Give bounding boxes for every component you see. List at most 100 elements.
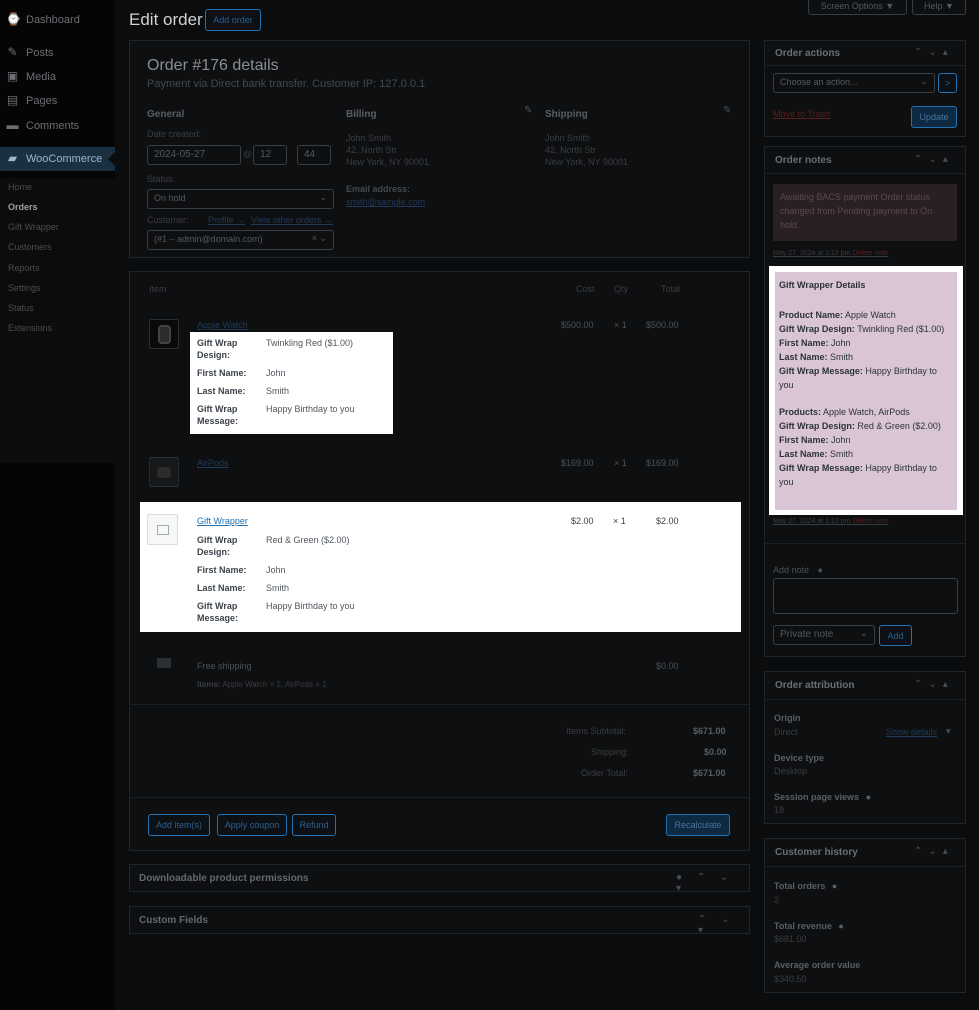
sidebar-item-comments[interactable]: ▬ Comments: [0, 114, 115, 138]
gift-note-block-2: Products: Apple Watch, AirPods Gift Wrap…: [779, 405, 953, 489]
status-select[interactable]: On hold ⌄: [147, 189, 334, 209]
note-key: First Name:: [779, 338, 829, 348]
submenu-extensions[interactable]: Extensions: [8, 323, 52, 333]
panel-controls-icon[interactable]: ⌃⌄▴: [914, 846, 954, 857]
show-details-link[interactable]: Show details: [886, 727, 937, 737]
customer-history-panel: Customer history ⌃⌄▴ Total orders ● 2 To…: [764, 838, 966, 993]
edit-billing-icon[interactable]: ✎: [524, 105, 532, 116]
add-note-textarea[interactable]: [773, 578, 958, 614]
item-cost: $500.00: [561, 320, 594, 330]
divider: [130, 704, 749, 705]
email-link[interactable]: smith@sample.com: [346, 197, 425, 207]
order-total-value: $671.00: [693, 768, 726, 778]
note-type-select[interactable]: Private note ⌄: [773, 625, 875, 645]
meta-value: Smith: [266, 583, 290, 593]
panel-controls-icon[interactable]: ⌃ ⌄ ▾: [698, 914, 749, 936]
panel-controls-icon[interactable]: ⌃⌄▴: [914, 47, 954, 58]
order-subheading: Payment via Direct bank transfer. Custom…: [147, 78, 426, 90]
sidebar-item-label: Dashboard: [26, 14, 80, 26]
apply-coupon-button[interactable]: Apply coupon: [217, 814, 287, 836]
dashboard-icon: ⌚: [6, 12, 21, 26]
item-cost: $2.00: [571, 516, 594, 526]
billing-address: John Smith 42, North Str New York, NY 90…: [346, 132, 429, 168]
apply-action-button[interactable]: >: [938, 73, 957, 93]
submenu-status[interactable]: Status: [8, 303, 34, 313]
sidebar-item-media[interactable]: ▣ Media: [0, 65, 115, 89]
sidebar-item-dashboard[interactable]: ⌚ Dashboard: [0, 8, 115, 32]
apple-watch-gift-meta: Gift Wrap Design: Twinkling Red ($1.00) …: [190, 332, 393, 434]
gift-wrapper-row: Gift Wrapper $2.00 × 1 $2.00 Gift Wrap D…: [140, 502, 741, 632]
submenu-gift-wrapper[interactable]: Gift Wrapper: [8, 222, 59, 232]
delete-note-link[interactable]: Delete note: [852, 518, 888, 525]
submenu-settings[interactable]: Settings: [8, 283, 41, 293]
add-items-button[interactable]: Add item(s): [148, 814, 210, 836]
chevron-down-icon: ⌄: [859, 628, 868, 639]
item-qty: × 1: [614, 320, 627, 330]
item-name-link[interactable]: Gift Wrapper: [197, 516, 248, 526]
shipping-items-label: Items:: [197, 680, 221, 689]
minute-input[interactable]: 44: [297, 145, 331, 165]
submenu-orders[interactable]: Orders: [8, 202, 38, 212]
sidebar-item-posts[interactable]: ✎ Posts: [0, 41, 115, 65]
divider: [765, 866, 965, 867]
shipping-items-value: Apple Watch × 1, AirPods × 1: [222, 680, 327, 689]
screen-options-button[interactable]: Screen Options ▼: [808, 0, 907, 15]
session-views-value: 18: [774, 805, 785, 815]
chevron-down-icon: ⌄: [319, 192, 327, 202]
pages-icon: ▤: [6, 93, 19, 107]
subtotal-label: Items Subtotal:: [566, 726, 627, 736]
refund-button[interactable]: Refund: [292, 814, 336, 836]
help-button[interactable]: Help ▼: [912, 0, 966, 15]
subtotal-value: $671.00: [693, 726, 726, 736]
custom-fields-panel[interactable]: Custom Fields ⌃ ⌄ ▾: [129, 906, 750, 936]
add-note-text: Add note: [773, 565, 810, 575]
sidebar-item-woocommerce[interactable]: ▰ WooCommerce: [0, 147, 115, 171]
recalculate-button[interactable]: Recalculate: [666, 814, 730, 836]
total-orders-value: 2: [774, 895, 780, 905]
help-icon: ●: [838, 921, 844, 931]
gift-wrapper-note-highlight: Gift Wrapper Details Product Name: Apple…: [769, 266, 963, 515]
profile-link[interactable]: Profile →: [208, 215, 245, 225]
panel-controls-icon[interactable]: ⌃⌄▴: [914, 154, 954, 165]
shipping-heading: Shipping: [545, 109, 588, 120]
customer-select[interactable]: (#1 – admin@domain.com) × ⌄: [147, 230, 334, 250]
date-created-input[interactable]: 2024-05-27: [147, 145, 241, 165]
note-value: John: [831, 435, 851, 445]
divider: [765, 65, 965, 66]
general-heading: General: [147, 109, 185, 120]
submenu-reports[interactable]: Reports: [8, 263, 40, 273]
item-total: $2.00: [656, 516, 679, 526]
note-key: First Name:: [779, 435, 829, 445]
sidebar-item-label: Posts: [26, 47, 54, 59]
hour-input[interactable]: 12: [253, 145, 287, 165]
caret-down-icon[interactable]: ▾: [946, 726, 951, 737]
sidebar-item-pages[interactable]: ▤ Pages: [0, 89, 115, 113]
update-button[interactable]: Update: [911, 106, 957, 128]
delete-note-link[interactable]: Delete note: [852, 250, 888, 257]
item-total: $500.00: [646, 320, 679, 330]
order-data-panel: Order #176 details Payment via Direct ba…: [129, 40, 750, 258]
help-icon: ●: [865, 792, 871, 802]
note-value: Smith: [830, 449, 854, 459]
panel-controls-icon[interactable]: ● ⌃ ⌄ ▾: [676, 872, 749, 894]
move-to-trash-link[interactable]: Move to Trash: [773, 109, 830, 119]
submenu-home[interactable]: Home: [8, 182, 32, 192]
item-total: $169.00: [646, 458, 679, 468]
item-name-link[interactable]: Apple Watch: [197, 320, 248, 330]
add-note-label: Add note ●: [773, 565, 823, 575]
downloadable-permissions-panel[interactable]: Downloadable product permissions ● ⌃ ⌄ ▾: [129, 864, 750, 894]
meta-value: Red & Green ($2.00): [266, 535, 350, 545]
view-other-orders-link[interactable]: View other orders →: [251, 215, 333, 225]
item-name-link[interactable]: AirPods: [197, 458, 229, 468]
col-item-header: Item: [149, 284, 167, 294]
order-action-select[interactable]: Choose an action... ⌄: [773, 73, 935, 93]
gift-note-block-1: Product Name: Apple Watch Gift Wrap Desi…: [779, 308, 953, 392]
note-key: Last Name:: [779, 352, 828, 362]
submenu-customers[interactable]: Customers: [8, 242, 52, 252]
add-note-button[interactable]: Add: [879, 625, 912, 646]
apple-watch-thumbnail: [149, 319, 179, 349]
edit-shipping-icon[interactable]: ✎: [723, 105, 731, 116]
note-key: Gift Wrap Design:: [779, 421, 855, 431]
add-order-button[interactable]: Add order: [205, 9, 261, 31]
panel-controls-icon[interactable]: ⌃⌄▴: [914, 679, 954, 690]
